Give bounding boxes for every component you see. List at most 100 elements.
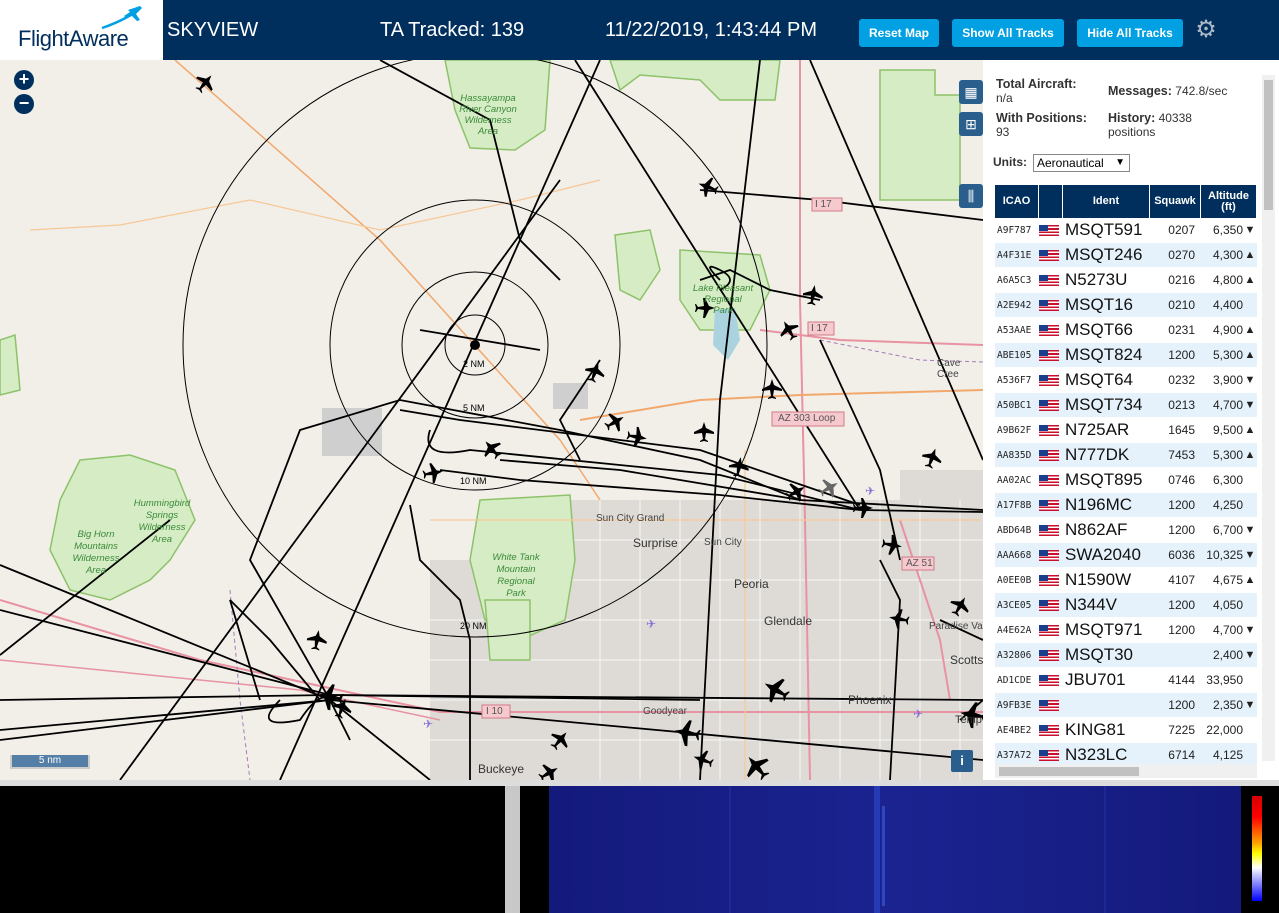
map-canvas[interactable]: ✈ ✈ ✈ ✈ (0, 60, 983, 780)
altitude-trend-icon: ▼ (1244, 224, 1256, 236)
table-row[interactable]: AAA668 SWA2040 6036 10,325 ▼ (995, 543, 1257, 568)
table-row[interactable]: ABD64B N862AF 1200 6,700 ▼ (995, 518, 1257, 543)
table-row[interactable]: A4F31E MSQT246 0270 4,300 ▲ (995, 243, 1257, 268)
show-all-tracks-button[interactable]: Show All Tracks (952, 19, 1064, 47)
table-row[interactable]: A2E942 MSQT16 0210 4,400 (995, 293, 1257, 318)
table-row[interactable]: AD1CDE JBU701 4144 33,950 (995, 668, 1257, 693)
cell-flag (1039, 349, 1063, 361)
cell-flag (1039, 399, 1063, 411)
cell-ident: MSQT66 (1065, 320, 1134, 339)
col-ident-header[interactable]: Ident (1063, 185, 1150, 218)
col-squawk-header[interactable]: Squawk (1150, 185, 1201, 218)
column-toggle-icon[interactable]: ⫼ (959, 184, 983, 208)
table-row[interactable]: A50BC1 MSQT734 0213 4,700 ▼ (995, 393, 1257, 418)
cell-altitude: 10,325 (1206, 548, 1243, 562)
horizontal-scroll-thumb[interactable] (999, 767, 1139, 776)
cell-flag (1039, 749, 1063, 761)
table-row[interactable]: A9F787 MSQT591 0207 6,350 ▼ (995, 218, 1257, 243)
altitude-trend-icon: ▼ (1244, 549, 1256, 561)
cell-flag (1039, 674, 1063, 686)
info-icon[interactable]: i (951, 750, 973, 772)
table-row[interactable]: A53AAE MSQT66 0231 4,900 ▲ (995, 318, 1257, 343)
us-flag-icon (1039, 374, 1059, 386)
cell-altitude: 3,900 (1212, 373, 1243, 387)
altitude-trend-icon: ▲ (1244, 324, 1256, 336)
table-row[interactable]: AA02AC MSQT895 0746 6,300 (995, 468, 1257, 493)
grid-layers-icon[interactable]: ⊞ (959, 112, 983, 136)
units-select[interactable]: Aeronautical ▼ (1033, 154, 1130, 172)
hide-all-tracks-button[interactable]: Hide All Tracks (1077, 19, 1183, 47)
table-row[interactable]: A4E62A MSQT971 1200 4,700 ▼ (995, 618, 1257, 643)
table-row[interactable]: AE4BE2 KING81 7225 22,000 (995, 718, 1257, 743)
altitude-trend-icon: ▼ (1244, 524, 1256, 536)
table-header: ICAO Ident Squawk Altitude (ft) (995, 185, 1257, 218)
altitude-trend-icon: ▼ (1244, 399, 1256, 411)
cell-icao: A4E62A (997, 624, 1032, 636)
us-flag-icon (1039, 349, 1059, 361)
cell-icao: A6A5C3 (997, 274, 1032, 286)
zoom-in-button[interactable]: + (14, 70, 34, 90)
svg-text:✈: ✈ (913, 707, 923, 721)
settings-gear-icon[interactable]: ⚙ (1193, 17, 1219, 43)
cell-squawk: 0232 (1168, 373, 1195, 387)
zoom-out-button[interactable]: − (14, 94, 34, 114)
table-row[interactable]: AA835D N777DK 7453 5,300 ▲ (995, 443, 1257, 468)
cell-flag (1039, 624, 1063, 636)
col-flag-header[interactable] (1039, 185, 1063, 218)
cell-ident: N862AF (1065, 520, 1128, 539)
altitude-trend-icon: ▲ (1244, 424, 1256, 436)
vertical-scroll-thumb[interactable] (1264, 80, 1273, 210)
altitude-trend-icon: ▲ (1244, 349, 1256, 361)
table-row[interactable]: A0EE0B N1590W 4107 4,675 ▲ (995, 568, 1257, 593)
table-row[interactable]: A9FB3E 1200 2,350 ▼ (995, 693, 1257, 718)
spectrum-waterfall (549, 786, 1241, 913)
table-row[interactable]: A3CE05 N344V 1200 4,050 (995, 593, 1257, 618)
cell-ident: MSQT246 (1065, 245, 1143, 264)
dropdown-arrow-icon: ▼ (1115, 157, 1125, 168)
table-row[interactable]: A32806 MSQT30 2,400 ▼ (995, 643, 1257, 668)
cell-altitude: 2,350 (1212, 698, 1243, 712)
waterfall-noise (549, 786, 1241, 913)
cell-squawk: 1200 (1168, 348, 1195, 362)
table-row[interactable]: A6A5C3 N5273U 0216 4,800 ▲ (995, 268, 1257, 293)
col-altitude-header[interactable]: Altitude (ft) (1201, 185, 1257, 218)
map-view[interactable]: ✈ ✈ ✈ ✈ I 17 I 17 AZ 303 Loop AZ 51 I 10 Ha… (0, 60, 983, 780)
cell-squawk: 7225 (1168, 723, 1195, 737)
cell-ident: N1590W (1065, 570, 1132, 589)
cell-squawk: 6714 (1168, 748, 1195, 762)
map-layers-icon[interactable]: ▦ (959, 80, 983, 104)
cell-icao: AA02AC (997, 474, 1032, 486)
table-row[interactable]: A9B62F N725AR 1645 9,500 ▲ (995, 418, 1257, 443)
cell-icao: A2E942 (997, 299, 1032, 311)
cell-flag (1039, 699, 1063, 711)
messages-stat: Messages: 742.8/sec (1108, 84, 1227, 98)
altitude-trend-icon: ▲ (1244, 574, 1256, 586)
waterfall-divider[interactable] (505, 786, 520, 913)
table-row[interactable]: ABE105 MSQT824 1200 5,300 ▲ (995, 343, 1257, 368)
cell-squawk: 4107 (1168, 573, 1195, 587)
units-label: Units: (993, 155, 1027, 169)
reset-map-button[interactable]: Reset Map (859, 19, 939, 47)
logo-text: FlightAware (18, 26, 129, 51)
cell-altitude: 6,350 (1212, 223, 1243, 237)
cell-flag (1039, 274, 1063, 286)
cell-altitude: 4,700 (1212, 398, 1243, 412)
horizontal-scrollbar[interactable] (995, 764, 1257, 778)
cell-altitude: 5,300 (1212, 448, 1243, 462)
us-flag-icon (1039, 649, 1059, 661)
total-aircraft-stat: Total Aircraft: n/a (996, 77, 1077, 105)
us-flag-icon (1039, 474, 1059, 486)
us-flag-icon (1039, 524, 1059, 536)
table-row[interactable]: A536F7 MSQT64 0232 3,900 ▼ (995, 368, 1257, 393)
altitude-trend-icon: ▼ (1244, 374, 1256, 386)
flightaware-logo[interactable]: FlightAware (0, 0, 163, 60)
cell-altitude: 6,700 (1212, 523, 1243, 537)
us-flag-icon (1039, 574, 1059, 586)
svg-text:✈: ✈ (646, 617, 656, 631)
table-row[interactable]: A17F8B N196MC 1200 4,250 (995, 493, 1257, 518)
vertical-scrollbar[interactable] (1262, 75, 1275, 761)
col-icao-header[interactable]: ICAO (995, 185, 1039, 218)
cell-ident: MSQT824 (1065, 345, 1143, 364)
cell-icao: A53AAE (997, 324, 1032, 336)
history-label: History: (1108, 111, 1156, 125)
